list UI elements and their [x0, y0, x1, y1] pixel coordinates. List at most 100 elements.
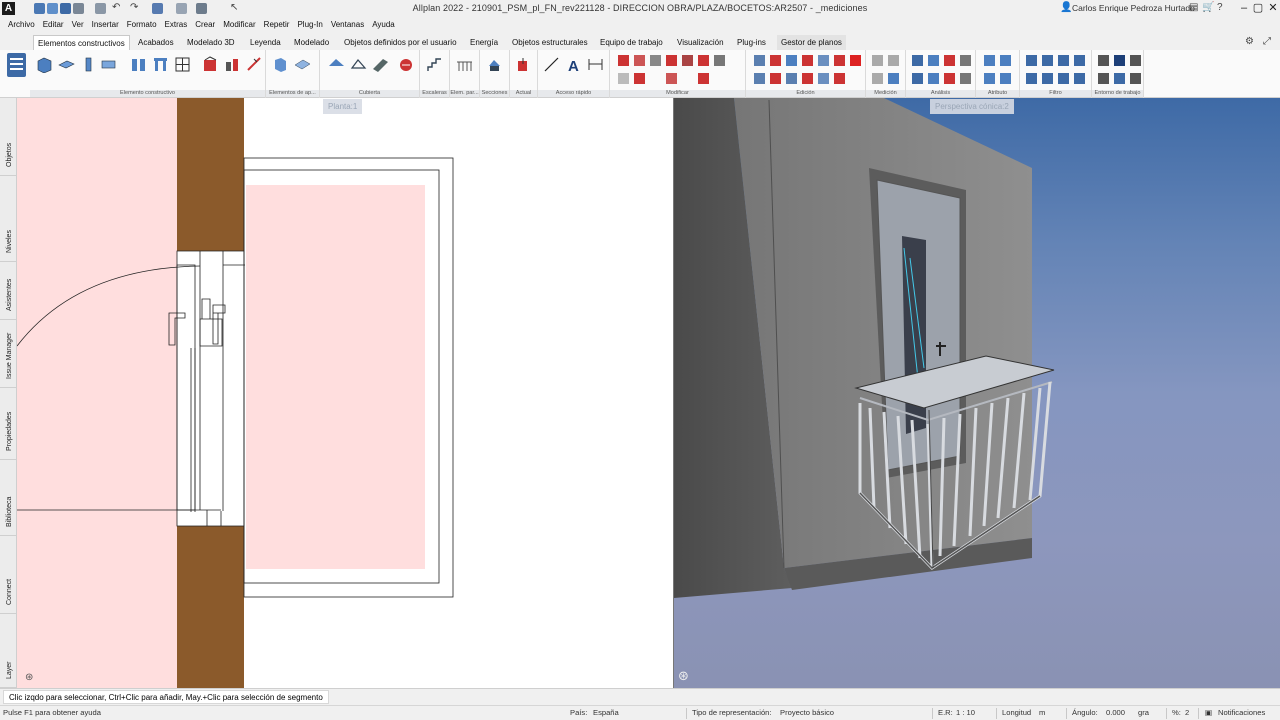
settings-icon[interactable]: ⚙ [1245, 36, 1254, 48]
tab-objetos-definidos[interactable]: Objetos definidos por el usuario [340, 35, 461, 50]
perspective-viewport[interactable]: ⊛ Perspectiva cónica:2 [674, 98, 1280, 688]
notifications-icon[interactable]: ▣ [1205, 708, 1212, 717]
menu-formato[interactable]: Formato [123, 17, 161, 33]
menu-ver[interactable]: Ver [68, 17, 88, 33]
roof-icon[interactable] [328, 56, 345, 73]
menu-modificar[interactable]: Modificar [219, 17, 259, 33]
smartpart-icon[interactable] [202, 56, 219, 73]
line-icon[interactable] [543, 56, 560, 73]
menu-repetir[interactable]: Repetir [260, 17, 294, 33]
help-icon[interactable]: ? [1217, 2, 1223, 14]
menu-crear[interactable]: Crear [191, 17, 219, 33]
offset-icon[interactable] [634, 73, 645, 84]
tab-modelado[interactable]: Modelado [290, 35, 333, 50]
ribbon-menu-icon[interactable] [6, 52, 28, 80]
check-icon[interactable] [944, 55, 955, 66]
legend-icon[interactable] [928, 73, 939, 84]
remove-icon[interactable] [834, 55, 845, 66]
join-icon[interactable] [698, 73, 709, 84]
stair-element-icon[interactable] [272, 56, 289, 73]
move-icon[interactable] [682, 55, 693, 66]
beam-icon[interactable] [100, 56, 117, 73]
attribute-copy-icon[interactable] [1000, 55, 1011, 66]
cart-icon[interactable]: 🛒 [1202, 2, 1214, 14]
filter-color-icon[interactable] [1074, 55, 1085, 66]
filter-element-icon[interactable] [1042, 73, 1053, 84]
door-icon[interactable] [152, 56, 169, 73]
filter-layer-icon[interactable] [1026, 73, 1037, 84]
filter-icon[interactable] [1026, 55, 1037, 66]
roof-plane-icon[interactable] [350, 56, 367, 73]
layout-icon[interactable]: ▤ [1189, 2, 1198, 14]
perspective-compass-icon[interactable]: ⊛ [678, 668, 689, 683]
length-unit[interactable]: m [1039, 708, 1045, 717]
copy-icon[interactable] [666, 55, 677, 66]
tab-leyenda[interactable]: Leyenda [246, 35, 285, 50]
layer-edit-icon[interactable] [754, 73, 765, 84]
ungroup-icon[interactable] [834, 73, 845, 84]
railing-icon[interactable] [456, 56, 473, 73]
tab-energia[interactable]: Energía [466, 35, 502, 50]
tab-plug-ins[interactable]: Plug-ins [733, 35, 770, 50]
rotate-icon[interactable] [698, 55, 709, 66]
menu-plug-in[interactable]: Plug-In [293, 17, 326, 33]
plan-viewport[interactable]: ⊛ Planta:1 [17, 98, 673, 688]
close-button[interactable]: ✕ [1263, 0, 1280, 17]
column-icon[interactable] [80, 56, 97, 73]
trim-icon[interactable] [634, 55, 645, 66]
wall-section-right[interactable] [246, 185, 425, 569]
mirror-icon[interactable] [714, 55, 725, 66]
notifications-label[interactable]: Notificaciones [1218, 708, 1265, 717]
pen-edit-icon[interactable] [770, 73, 781, 84]
group-icon[interactable] [818, 73, 829, 84]
info-icon[interactable] [960, 73, 971, 84]
area-icon[interactable] [888, 55, 899, 66]
dormer-icon[interactable] [398, 56, 415, 73]
side-tab-connect[interactable]: Connect [0, 536, 17, 614]
snap-settings-icon[interactable] [1130, 73, 1141, 84]
wood-jamb-top[interactable] [177, 98, 244, 251]
coordinate-icon[interactable] [1098, 73, 1109, 84]
tab-elementos-constructivos[interactable]: Elementos constructivos [33, 35, 130, 50]
tab-modelado-3d[interactable]: Modelado 3D [183, 35, 239, 50]
tab-objetos-estructurales[interactable]: Objetos estructurales [508, 35, 592, 50]
angle-unit[interactable]: gra [1138, 708, 1149, 717]
side-tab-niveles[interactable]: Niveles [0, 176, 17, 262]
country-value[interactable]: España [593, 708, 619, 717]
side-tab-layer[interactable]: Layer [0, 614, 17, 688]
line-edit-icon[interactable] [802, 73, 813, 84]
grid-icon[interactable] [1114, 73, 1125, 84]
user-name[interactable]: Carlos Enrique Pedroza Hurtado [1072, 3, 1195, 13]
paste-icon[interactable] [786, 55, 797, 66]
color-edit-icon[interactable] [786, 73, 797, 84]
tab-gestor-de-planos[interactable]: Gestor de planos [777, 35, 846, 50]
wall-icon[interactable] [36, 56, 53, 73]
menu-ventanas[interactable]: Ventanas [327, 17, 368, 33]
counter-icon[interactable] [912, 73, 923, 84]
query-icon[interactable] [960, 55, 971, 66]
filter-reset-icon[interactable] [1074, 73, 1085, 84]
cut-icon[interactable] [770, 55, 781, 66]
attribute-delete-icon[interactable] [1000, 73, 1011, 84]
format-painter-icon[interactable] [754, 55, 765, 66]
redraw-icon[interactable] [1130, 55, 1141, 66]
recess-icon[interactable] [246, 56, 263, 73]
perspective-render[interactable]: ⊛ [674, 98, 1280, 688]
plan-compass-icon[interactable]: ⊛ [25, 672, 33, 683]
menu-ayuda[interactable]: Ayuda [368, 17, 399, 33]
side-tab-asistentes[interactable]: Asistentes [0, 262, 17, 320]
filter-pen-icon[interactable] [1042, 55, 1053, 66]
menu-archivo[interactable]: Archivo [4, 17, 39, 33]
edit-icon[interactable] [802, 55, 813, 66]
modify-points-icon[interactable] [666, 73, 677, 84]
delete-icon[interactable] [618, 55, 629, 66]
expand-icon[interactable]: ⤢ [1263, 36, 1271, 48]
fillet-icon[interactable] [650, 55, 661, 66]
clash-icon[interactable] [944, 73, 955, 84]
niche-icon[interactable] [224, 56, 241, 73]
wall-section-left[interactable] [17, 98, 177, 688]
menu-insertar[interactable]: Insertar [88, 17, 123, 33]
window-element-icon[interactable] [174, 56, 191, 73]
side-tab-objetos[interactable]: Objetos [0, 98, 17, 176]
workspace-icon[interactable] [1098, 55, 1109, 66]
